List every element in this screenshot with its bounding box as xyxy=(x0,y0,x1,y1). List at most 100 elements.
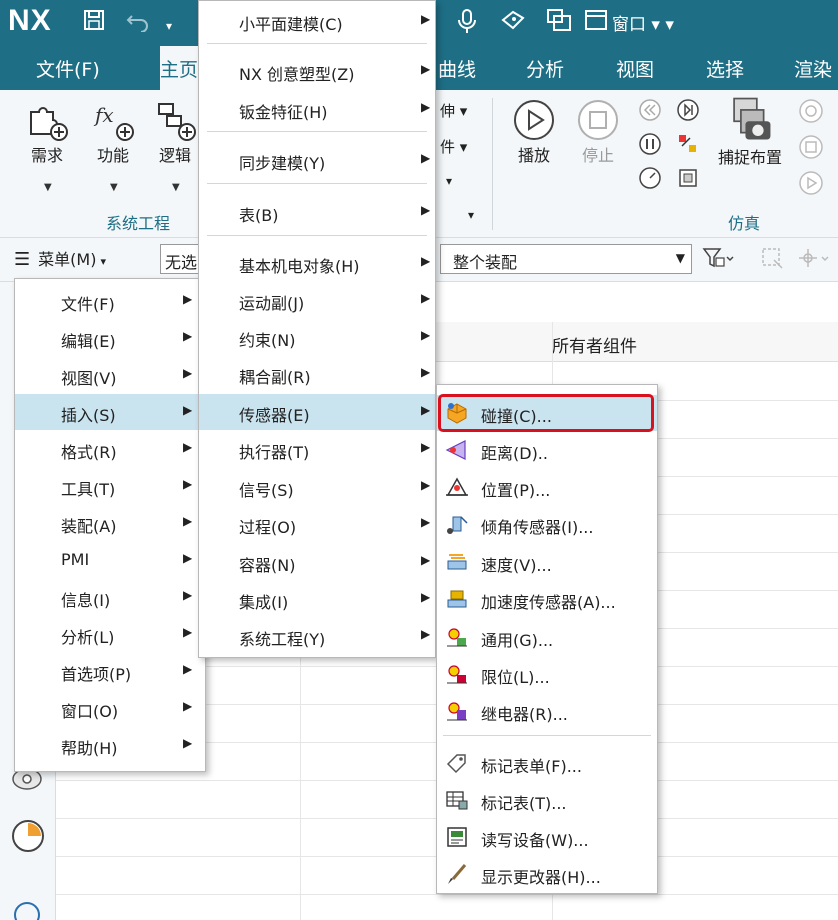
capture-arrangement-button[interactable]: 捕捉布置 xyxy=(712,94,788,168)
capture-camera-icon xyxy=(733,97,771,140)
submenu-arrow-icon: ▶ xyxy=(421,291,431,305)
filter-settings-icon[interactable] xyxy=(702,246,734,276)
menu-item-inclinometer[interactable]: 倾角传感器(I)... xyxy=(437,506,657,542)
submenu-arrow-icon: ▶ xyxy=(421,254,431,268)
menu-item-preferences[interactable]: 首选项(P) ▶ xyxy=(15,653,205,689)
menu-item-read-write-device[interactable]: 读写设备(W)... xyxy=(437,819,657,855)
web-browser-icon[interactable] xyxy=(10,898,44,920)
save-icon[interactable] xyxy=(82,8,106,40)
menu-item-signals[interactable]: 信号(S) ▶ xyxy=(199,469,435,505)
menu-item-format[interactable]: 格式(R) ▶ xyxy=(15,431,205,467)
function-dropdown-icon[interactable]: ▼ xyxy=(110,182,118,193)
stop-label: 停止 xyxy=(581,146,614,165)
undo-dropdown-icon[interactable]: ▾ xyxy=(166,12,172,40)
menu-item-actuators[interactable]: 执行器(T) ▶ xyxy=(199,431,435,467)
logic-label: 逻辑 xyxy=(158,146,191,165)
logic-button[interactable]: 逻辑 xyxy=(150,98,200,166)
record-icon[interactable] xyxy=(798,98,824,128)
menu-separator xyxy=(207,183,427,184)
window-icon[interactable] xyxy=(584,8,608,40)
tab-curve[interactable]: 曲线 xyxy=(438,55,476,82)
logic-dropdown-icon[interactable]: ▼ xyxy=(172,182,180,193)
menu-item-velocity-sensor[interactable]: 速度(V)... xyxy=(437,544,657,580)
menu-item-accelerometer[interactable]: 加速度传感器(A)... xyxy=(437,581,657,617)
window-menu-label[interactable]: 窗口 ▾ ▾ xyxy=(612,10,674,35)
menu-item-constraints[interactable]: 约束(N) ▶ xyxy=(199,319,435,355)
step-forward-icon[interactable] xyxy=(676,98,700,126)
submenu-arrow-icon: ▶ xyxy=(183,440,193,454)
stop-record-icon[interactable] xyxy=(798,134,824,164)
tab-file[interactable]: 文件(F) xyxy=(36,55,100,82)
tab-select[interactable]: 选择 xyxy=(706,55,744,82)
submenu-arrow-icon: ▶ xyxy=(183,292,193,306)
menu-item-tag-form[interactable]: 标记表单(F)... xyxy=(437,745,657,781)
pause-icon[interactable] xyxy=(638,132,662,160)
requirements-dropdown-icon[interactable]: ▼ xyxy=(44,182,52,193)
partial-item-2[interactable]: 件 ▾ xyxy=(440,136,467,157)
group-expand-icon[interactable]: ▾ xyxy=(468,208,474,222)
menu-item-analysis[interactable]: 分析(L) ▶ xyxy=(15,616,205,652)
menu-item-generic-sensor[interactable]: 通用(G)... xyxy=(437,619,657,655)
speed-icon[interactable] xyxy=(638,166,662,194)
submenu-arrow-icon: ▶ xyxy=(183,588,193,602)
microphone-icon[interactable] xyxy=(456,8,478,42)
menu-item-sheet-metal-feature[interactable]: 钣金特征(H) ▶ xyxy=(199,91,435,127)
snapshot-icon[interactable] xyxy=(676,166,700,194)
menu-button[interactable]: ☰ 菜单(M) ▾ xyxy=(14,246,106,274)
window-layout-icon[interactable] xyxy=(546,8,572,40)
menu-item-joints[interactable]: 运动副(J) ▶ xyxy=(199,282,435,318)
function-button[interactable]: fx 功能 xyxy=(84,98,142,166)
menu-item-process[interactable]: 过程(O) ▶ xyxy=(199,506,435,542)
menu-item-information[interactable]: 信息(I) ▶ xyxy=(15,579,205,615)
menu-item-relay[interactable]: 继电器(R)... xyxy=(437,693,657,729)
tab-home[interactable]: 主页 xyxy=(160,46,200,90)
menu-item-assemblies[interactable]: 装配(A) ▶ xyxy=(15,505,205,541)
limit-switch-icon xyxy=(447,665,467,684)
menu-item-facet-modeling[interactable]: 小平面建模(C) ▶ xyxy=(199,3,435,39)
menu-item-nx-realize-shape[interactable]: NX 创意塑型(Z) ▶ xyxy=(199,53,435,89)
menu-item-tools[interactable]: 工具(T) ▶ xyxy=(15,468,205,504)
partial-item-1[interactable]: 伸 ▾ xyxy=(440,100,467,121)
menu-item-file[interactable]: 文件(F) ▶ xyxy=(15,283,205,319)
breakpoint-icon[interactable] xyxy=(676,132,700,160)
menu-item-synchronous-modeling[interactable]: 同步建模(Y) ▶ xyxy=(199,142,435,178)
tag-wrench-icon[interactable] xyxy=(500,8,526,40)
timer-icon[interactable] xyxy=(10,818,46,858)
menu-item-sensors[interactable]: 传感器(E) ▶ xyxy=(199,394,435,430)
column-header-owner-component[interactable]: 所有者组件 xyxy=(552,332,637,357)
select-by-box-icon[interactable] xyxy=(760,246,786,276)
snap-point-icon[interactable] xyxy=(798,246,832,276)
selection-scope-select[interactable]: 整个装配 ▼ xyxy=(440,244,692,274)
menu-item-couplers[interactable]: 耦合副(R) ▶ xyxy=(199,356,435,392)
playback-icon[interactable] xyxy=(798,170,824,200)
menu-item-containers[interactable]: 容器(N) ▶ xyxy=(199,544,435,580)
menu-item-edit[interactable]: 编辑(E) ▶ xyxy=(15,320,205,356)
rewind-icon[interactable] xyxy=(638,98,662,126)
menu-item-display-changer[interactable]: 显示更改器(H)... xyxy=(437,856,657,892)
menu-item-help[interactable]: 帮助(H) ▶ xyxy=(15,727,205,763)
menu-item-pmi[interactable]: PMI ▶ xyxy=(15,542,205,578)
type-filter-select[interactable]: 无选 xyxy=(160,244,200,274)
menu-item-window[interactable]: 窗口(O) ▶ xyxy=(15,690,205,726)
menu-item-integration[interactable]: 集成(I) ▶ xyxy=(199,581,435,617)
tab-view[interactable]: 视图 xyxy=(616,55,654,82)
tab-analysis[interactable]: 分析 xyxy=(526,55,564,82)
stop-button[interactable]: 停止 xyxy=(570,98,626,166)
menu-item-position-sensor[interactable]: 位置(P)... xyxy=(437,469,657,505)
menu-item-systems-engineering[interactable]: 系统工程(Y) ▶ xyxy=(199,618,435,654)
play-button[interactable]: 播放 xyxy=(506,98,562,166)
undo-icon[interactable] xyxy=(126,8,150,40)
menu-item-tag-table[interactable]: 标记表(T)... xyxy=(437,782,657,818)
menu-item-distance-sensor[interactable]: 距离(D).. xyxy=(437,432,657,468)
requirements-button[interactable]: 需求 xyxy=(18,98,76,166)
partial-dropdown-icon[interactable]: ▾ xyxy=(446,174,452,188)
menu-item-basic-mechatronics-objects[interactable]: 基本机电对象(H) ▶ xyxy=(199,245,435,281)
submenu-arrow-icon: ▶ xyxy=(183,403,193,417)
menu-item-table[interactable]: 表(B) ▶ xyxy=(199,194,435,230)
menu-item-limit-switch[interactable]: 限位(L)... xyxy=(437,656,657,692)
submenu-arrow-icon: ▶ xyxy=(421,151,431,165)
menu-item-insert[interactable]: 插入(S) ▶ xyxy=(15,394,205,430)
accelerometer-icon xyxy=(447,590,467,608)
menu-item-view[interactable]: 视图(V) ▶ xyxy=(15,357,205,393)
tab-render[interactable]: 渲染 xyxy=(794,55,832,82)
